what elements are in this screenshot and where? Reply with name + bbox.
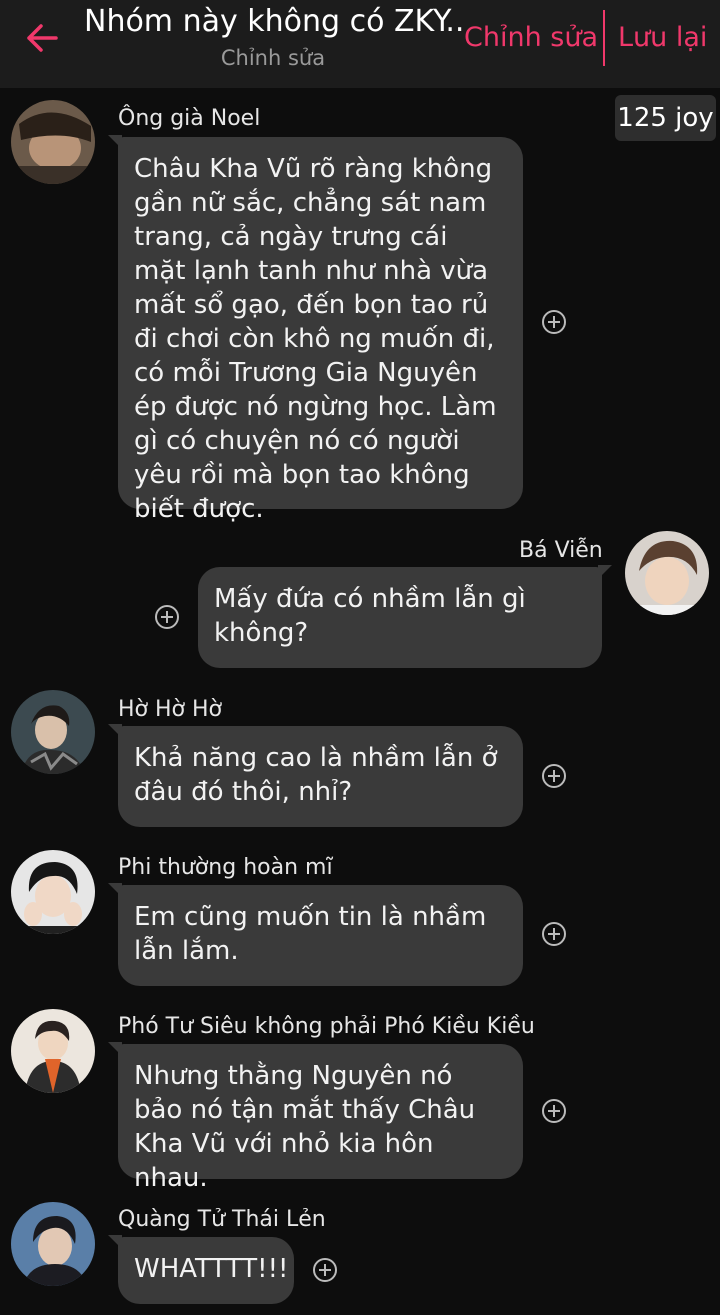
sender-name: Phi thường hoàn mĩ	[118, 855, 333, 880]
sender-name: Quàng Tử Thái Lẻn	[118, 1207, 326, 1232]
avatar[interactable]	[11, 1009, 95, 1093]
avatar[interactable]	[11, 690, 95, 774]
message-bubble[interactable]: Nhưng thằng Nguyên nó bảo nó tận mắt thấ…	[108, 1042, 523, 1193]
chat-header: Nhóm này không có ZKY... Chỉnh sửa Chỉnh…	[0, 0, 720, 88]
sender-name: Hờ Hờ Hờ	[118, 697, 222, 722]
avatar[interactable]	[11, 850, 95, 934]
add-reaction-icon[interactable]	[541, 309, 567, 335]
avatar[interactable]	[11, 1202, 95, 1286]
chat-subtitle[interactable]: Chỉnh sửa	[84, 46, 462, 70]
avatar[interactable]	[625, 531, 709, 615]
message-bubble[interactable]: WHATTTT!!!	[108, 1235, 294, 1304]
message-bubble[interactable]: Khả năng cao là nhầm lẫn ở đâu đó thôi, …	[108, 724, 523, 827]
save-button[interactable]: Lưu lại	[618, 22, 707, 53]
sender-name: Ông già Noel	[118, 106, 261, 131]
message-bubble[interactable]: Em cũng muốn tin là nhầm lẫn lắm.	[108, 883, 523, 986]
message-bubble[interactable]: Mấy đứa có nhầm lẫn gì không?	[198, 565, 612, 668]
add-reaction-icon[interactable]	[312, 1257, 338, 1283]
add-reaction-icon[interactable]	[541, 1098, 567, 1124]
add-reaction-icon[interactable]	[541, 921, 567, 947]
back-arrow-icon[interactable]	[22, 18, 62, 58]
add-reaction-icon[interactable]	[154, 604, 180, 630]
chat-title: Nhóm này không có ZKY...	[84, 4, 462, 39]
joy-badge: 125 joy	[615, 95, 716, 141]
edit-button[interactable]: Chỉnh sửa	[464, 22, 598, 53]
sender-name: Bá Viễn	[519, 538, 603, 563]
sender-name: Phó Tư Siêu không phải Phó Kiều Kiều	[118, 1014, 535, 1039]
header-divider	[603, 10, 605, 66]
message-bubble[interactable]: Châu Kha Vũ rõ ràng không gần nữ sắc, ch…	[108, 135, 523, 524]
avatar[interactable]	[11, 100, 95, 184]
add-reaction-icon[interactable]	[541, 763, 567, 789]
